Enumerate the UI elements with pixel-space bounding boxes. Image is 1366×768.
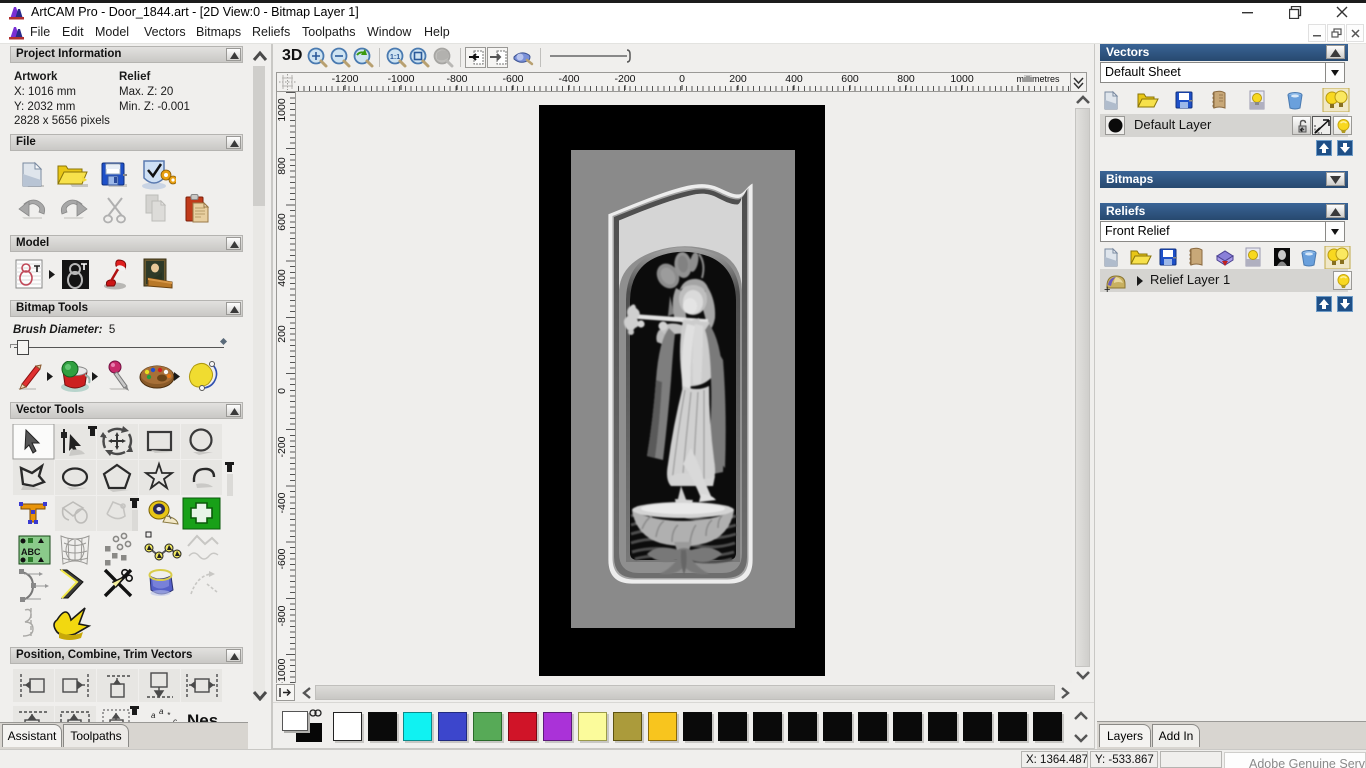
svg-text:-600: -600 bbox=[502, 73, 523, 85]
svg-text:600: 600 bbox=[841, 73, 859, 85]
svg-text:800: 800 bbox=[277, 157, 288, 175]
svg-text:600: 600 bbox=[277, 213, 288, 231]
svg-text:400: 400 bbox=[277, 269, 288, 287]
svg-text:-600: -600 bbox=[277, 548, 288, 569]
svg-text:-1000: -1000 bbox=[277, 658, 288, 683]
svg-text:ABC: ABC bbox=[21, 547, 41, 557]
svg-text:+: + bbox=[1104, 284, 1110, 294]
svg-text:a: a bbox=[151, 711, 156, 720]
svg-text:-200: -200 bbox=[614, 73, 635, 85]
svg-text:400: 400 bbox=[785, 73, 803, 85]
svg-text:-1200: -1200 bbox=[332, 73, 359, 85]
svg-text:-800: -800 bbox=[446, 73, 467, 85]
svg-text:a: a bbox=[159, 707, 164, 716]
svg-text:200: 200 bbox=[277, 325, 288, 343]
svg-text:0: 0 bbox=[679, 73, 685, 85]
svg-text:-800: -800 bbox=[277, 605, 288, 626]
svg-text:1:1: 1:1 bbox=[390, 54, 400, 61]
svg-text:millimetres: millimetres bbox=[1016, 74, 1060, 84]
svg-text:200: 200 bbox=[729, 73, 747, 85]
svg-text:1000: 1000 bbox=[277, 98, 288, 122]
svg-text:-200: -200 bbox=[277, 436, 288, 457]
svg-text:-1000: -1000 bbox=[388, 73, 415, 85]
svg-text:800: 800 bbox=[897, 73, 915, 85]
svg-text:*: * bbox=[167, 711, 171, 720]
svg-text:-400: -400 bbox=[277, 492, 288, 513]
svg-text:1000: 1000 bbox=[950, 73, 974, 85]
svg-text:-400: -400 bbox=[558, 73, 579, 85]
svg-text:0: 0 bbox=[277, 388, 288, 394]
